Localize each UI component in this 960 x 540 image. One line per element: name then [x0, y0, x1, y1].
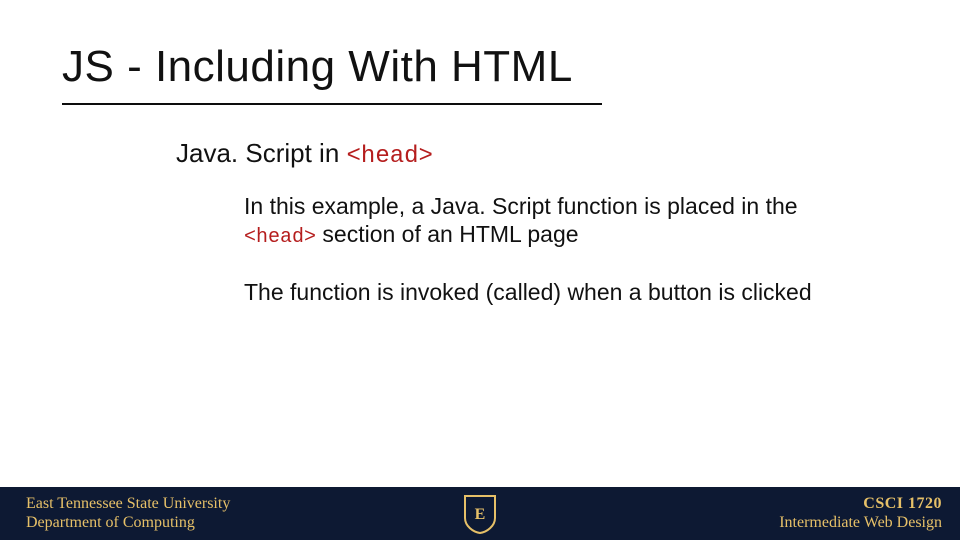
footer-university: East Tennessee State University	[26, 495, 230, 513]
body-text: In this example, a Java. Script function…	[244, 192, 814, 334]
footer-logo: E	[463, 487, 497, 540]
subheading: Java. Script in <head>	[176, 138, 433, 170]
shield-letter: E	[475, 506, 486, 523]
paragraph-1b: section of an HTML page	[316, 221, 579, 247]
paragraph-2: The function is invoked (called) when a …	[244, 278, 814, 306]
paragraph-1: In this example, a Java. Script function…	[244, 192, 814, 250]
title-underline	[62, 103, 602, 105]
shield-icon: E	[463, 494, 497, 534]
footer-course-code: CSCI 1720	[863, 495, 942, 513]
subheading-text: Java. Script in	[176, 138, 347, 168]
slide-title: JS - Including With HTML	[62, 42, 573, 92]
subheading-code: <head>	[347, 143, 433, 170]
footer-left: East Tennessee State University Departme…	[26, 495, 230, 532]
footer-bar: East Tennessee State University Departme…	[0, 487, 960, 540]
footer-course-name: Intermediate Web Design	[779, 514, 942, 532]
footer-department: Department of Computing	[26, 514, 230, 532]
paragraph-1-code: <head>	[244, 226, 316, 249]
footer-right: CSCI 1720 Intermediate Web Design	[779, 495, 942, 532]
paragraph-1a: In this example, a Java. Script function…	[244, 193, 798, 219]
slide: JS - Including With HTML Java. Script in…	[0, 0, 960, 540]
